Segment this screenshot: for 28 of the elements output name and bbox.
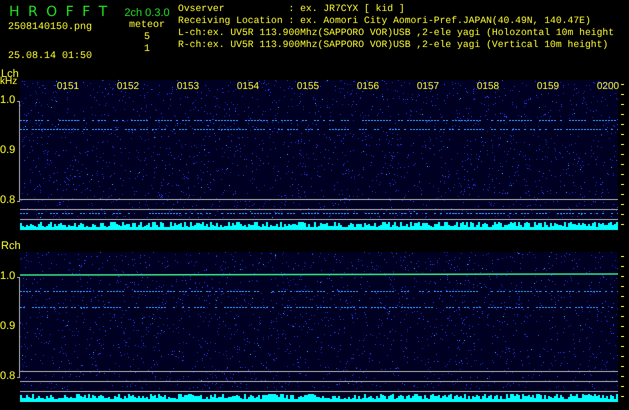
axis-label: 0.9 — [0, 320, 16, 332]
info-line: Receiving Location : ex. Aomori City Aomori-Pref.JAPAN(40.49N, 140.47E) — [178, 15, 591, 27]
axis-label: 0.8 — [0, 370, 16, 382]
meteor-count: 5 — [144, 32, 150, 44]
time-label: 0153 — [176, 81, 200, 92]
time-label: 0154 — [236, 81, 260, 92]
axis-label: 0.8 — [0, 194, 16, 206]
time-label: 0155 — [296, 81, 320, 92]
version-text: 2ch 0.3.0 — [124, 6, 170, 20]
time-label: 0158 — [476, 81, 500, 92]
info-line: Ovserver : ex. JR7CYX [ kid ] — [178, 3, 405, 15]
time-label: 0159 — [536, 81, 560, 92]
datetime-text: 25.08.14 01:50 — [7, 51, 92, 63]
info-line: L-ch:ex. UV5R 113.900Mhz(SAPPORO VOR)USB ,2-ele yagi (Holozontal 10m height — [178, 27, 614, 39]
meteor-count: 1 — [144, 44, 150, 56]
filename-text: 2508140150.png — [7, 22, 92, 34]
time-label: 0151 — [56, 81, 80, 92]
meteor-label: meteor — [128, 20, 165, 32]
info-line: R-ch:ex. UV5R 113.900Mhz(SAPPORO VOR)USB ,2-ele yagi (Vertical 10m height) — [178, 39, 608, 51]
time-label: 0152 — [116, 81, 140, 92]
time-label: 0157 — [416, 81, 440, 92]
axis-label: 0.9 — [0, 144, 16, 156]
time-label: 0156 — [356, 81, 380, 92]
app-title: H R O F F T — [8, 3, 108, 21]
time-label: 0200 — [596, 81, 620, 92]
axis-label: 1.0 — [0, 94, 16, 106]
channel-label: Rch — [0, 240, 22, 252]
axis-label: 1.0 — [0, 270, 16, 282]
